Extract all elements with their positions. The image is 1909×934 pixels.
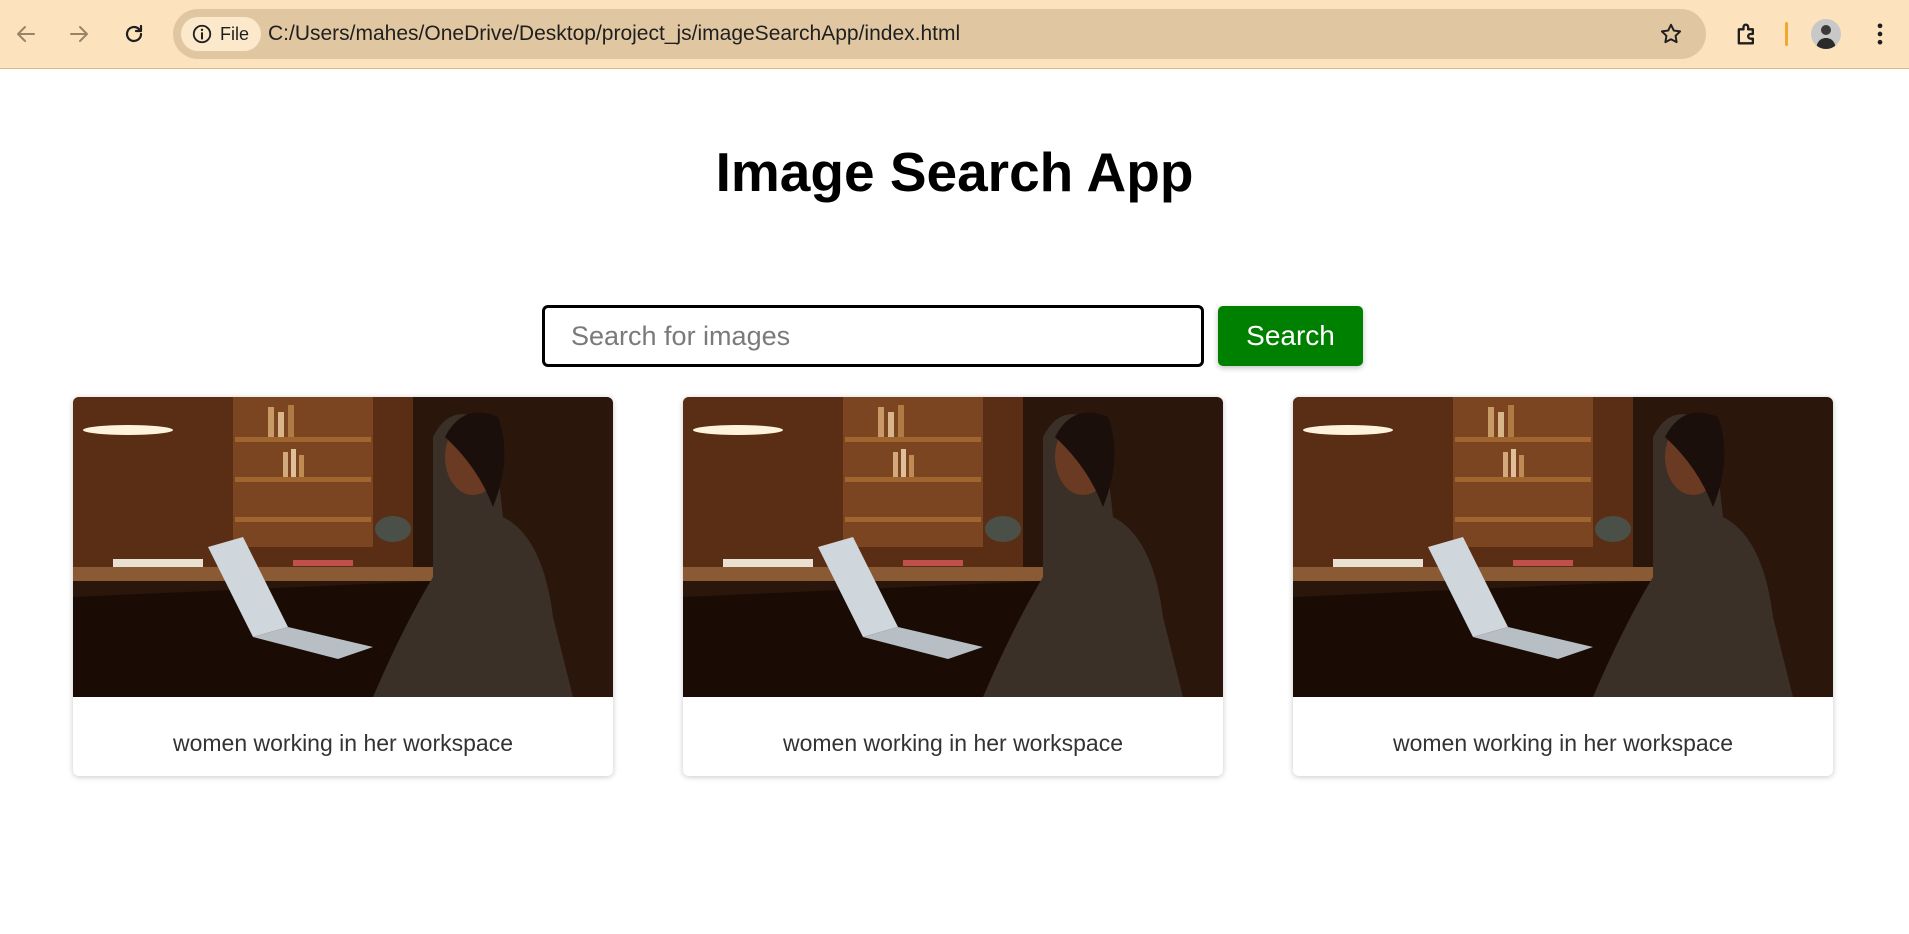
search-input[interactable] (542, 305, 1204, 367)
page-title: Image Search App (715, 141, 1194, 203)
result-caption: women working in her workspace (1392, 730, 1734, 756)
profile-avatar[interactable] (1811, 19, 1841, 49)
result-caption: women working in her workspace (172, 730, 514, 756)
extensions-icon[interactable] (1733, 20, 1761, 48)
search-button[interactable]: Search (1218, 306, 1363, 366)
toolbar-separator (1785, 22, 1788, 46)
url-text[interactable]: C:/Users/mahes/OneDrive/Desktop/project_… (268, 22, 960, 46)
reload-button[interactable] (114, 14, 154, 54)
back-arrow-icon (17, 26, 35, 42)
result-image[interactable] (1293, 397, 1833, 697)
address-bar[interactable]: File C:/Users/mahes/OneDrive/Desktop/pro… (173, 9, 1706, 59)
site-info-chip[interactable]: File (181, 17, 262, 51)
forward-button[interactable] (59, 14, 99, 54)
result-image[interactable] (683, 397, 1223, 697)
info-icon (192, 24, 212, 44)
reload-icon (125, 24, 143, 43)
result-card[interactable]: women working in her workspace (683, 397, 1223, 776)
back-button[interactable] (6, 14, 46, 54)
browser-toolbar: File C:/Users/mahes/OneDrive/Desktop/pro… (0, 0, 1909, 69)
site-info-label: File (220, 23, 250, 44)
bookmark-star-icon[interactable] (1658, 21, 1684, 47)
result-card[interactable]: women working in her workspace (73, 397, 613, 776)
result-caption: women working in her workspace (782, 730, 1124, 756)
profile-person-icon (1816, 25, 1836, 49)
result-image[interactable] (73, 397, 613, 697)
result-card[interactable]: women working in her workspace (1293, 397, 1833, 776)
forward-arrow-icon (70, 26, 88, 42)
more-options-icon[interactable] (1866, 20, 1894, 48)
